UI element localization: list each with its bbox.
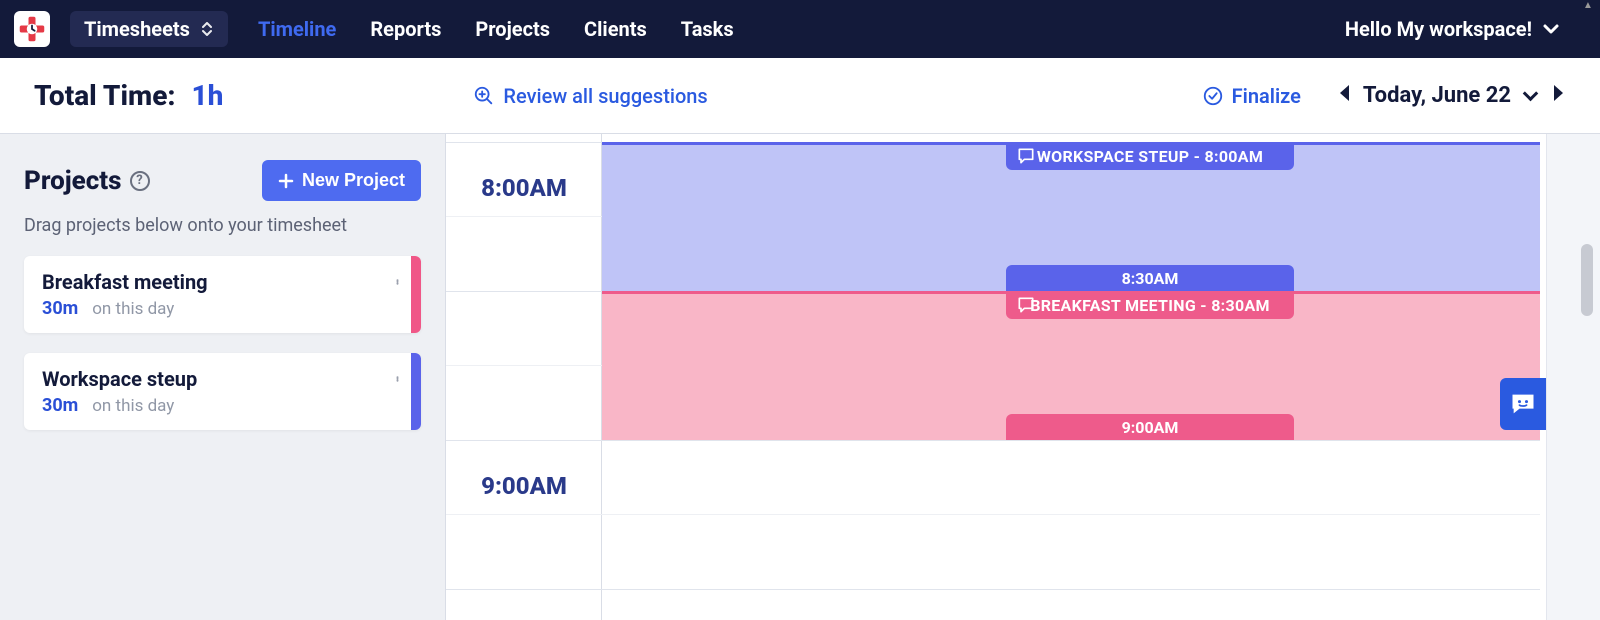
app-logo[interactable] — [14, 11, 50, 47]
date-picker: Today, June 22 — [1337, 83, 1566, 109]
scroll-up-icon[interactable]: ▲ — [1583, 0, 1593, 11]
timeline-block-end-label: 9:00AM — [1122, 418, 1179, 437]
sidebar-hint: Drag projects below onto your timesheet — [24, 215, 421, 236]
check-circle-icon — [1202, 85, 1224, 107]
nav-tabs: Timeline Reports Projects Clients Tasks — [258, 17, 734, 41]
workspace-label: Hello My workspace! — [1345, 17, 1532, 41]
new-project-button[interactable]: New Project — [262, 160, 421, 201]
timeline-block-header[interactable]: WORKSPACE STEUP - 8:00AM — [1006, 142, 1294, 170]
project-title: Breakfast meeting — [42, 270, 369, 294]
timeline-block-end: 9:00AM — [1006, 414, 1294, 440]
main-body: Projects ? New Project Drag projects bel… — [0, 134, 1600, 620]
timeline-block-header[interactable]: BREAKFAST MEETING - 8:30AM — [1006, 291, 1294, 319]
vertical-scrollbar[interactable] — [1546, 134, 1600, 620]
projects-heading-text: Projects — [24, 166, 122, 196]
tab-projects[interactable]: Projects — [475, 17, 550, 41]
scrollbar-thumb[interactable] — [1581, 244, 1593, 316]
next-day-button[interactable] — [1550, 83, 1566, 109]
total-time-value: 1h — [192, 79, 224, 112]
prev-day-button[interactable] — [1337, 83, 1353, 109]
total-time-label: Total Time: — [34, 79, 176, 112]
review-text: Review all suggestions — [503, 84, 707, 108]
chat-smile-icon — [1509, 390, 1537, 418]
kebab-icon[interactable]: ··· — [386, 375, 407, 380]
window-scroll-arrows[interactable]: ▲ — [1578, 0, 1598, 58]
tab-clients[interactable]: Clients — [584, 17, 647, 41]
project-color-bar — [411, 353, 421, 430]
clock-plus-icon — [18, 15, 46, 43]
timeline-block-end-label: 8:30AM — [1122, 269, 1179, 288]
magnify-plus-icon — [473, 85, 495, 107]
project-day: on this day — [92, 299, 174, 319]
up-down-chevron-icon — [200, 20, 214, 38]
timeline-block-end: 8:30AM — [1006, 265, 1294, 291]
finalize-text: Finalize — [1232, 84, 1301, 108]
project-duration: 30m — [42, 395, 78, 416]
timesheets-label: Timesheets — [84, 17, 190, 41]
chevron-down-icon[interactable] — [1523, 86, 1539, 102]
project-duration: 30m — [42, 298, 78, 319]
top-nav: Timesheets Timeline Reports Projects Cli… — [0, 0, 1600, 58]
new-project-text: New Project — [302, 170, 405, 191]
projects-heading: Projects ? — [24, 166, 150, 196]
workspace-menu[interactable]: Hello My workspace! — [1345, 17, 1586, 41]
plus-icon — [278, 173, 294, 189]
timeline-panel[interactable]: 8:00AM 9:00AM WORKSPACE STEUP - 8:00AM 8… — [446, 134, 1600, 620]
projects-sidebar: Projects ? New Project Drag projects bel… — [0, 134, 446, 620]
comment-bubble-icon[interactable] — [1016, 295, 1036, 319]
chat-widget[interactable] — [1500, 378, 1546, 430]
review-suggestions-link[interactable]: Review all suggestions — [473, 84, 707, 108]
finalize-button[interactable]: Finalize — [1202, 84, 1301, 108]
project-day: on this day — [92, 396, 174, 416]
project-color-bar — [411, 256, 421, 333]
timeline-block-title: BREAKFAST MEETING - 8:30AM — [1030, 296, 1270, 315]
chevron-down-icon — [1542, 20, 1560, 38]
project-title: Workspace steup — [42, 367, 369, 391]
kebab-icon[interactable]: ··· — [386, 278, 407, 283]
date-label[interactable]: Today, June 22 — [1363, 83, 1511, 108]
timeline-block-title: WORKSPACE STEUP - 8:00AM — [1037, 147, 1263, 166]
comment-bubble-icon[interactable] — [1016, 146, 1036, 170]
summary-bar: Total Time: 1h Review all suggestions Fi… — [0, 58, 1600, 134]
timesheets-menu[interactable]: Timesheets — [70, 11, 228, 47]
tab-timeline[interactable]: Timeline — [258, 17, 336, 41]
tab-reports[interactable]: Reports — [370, 17, 441, 41]
project-card[interactable]: ··· Breakfast meeting 30m on this day — [24, 256, 421, 333]
tab-tasks[interactable]: Tasks — [681, 17, 734, 41]
project-card[interactable]: ··· Workspace steup 30m on this day — [24, 353, 421, 430]
help-circle-icon[interactable]: ? — [130, 171, 150, 191]
